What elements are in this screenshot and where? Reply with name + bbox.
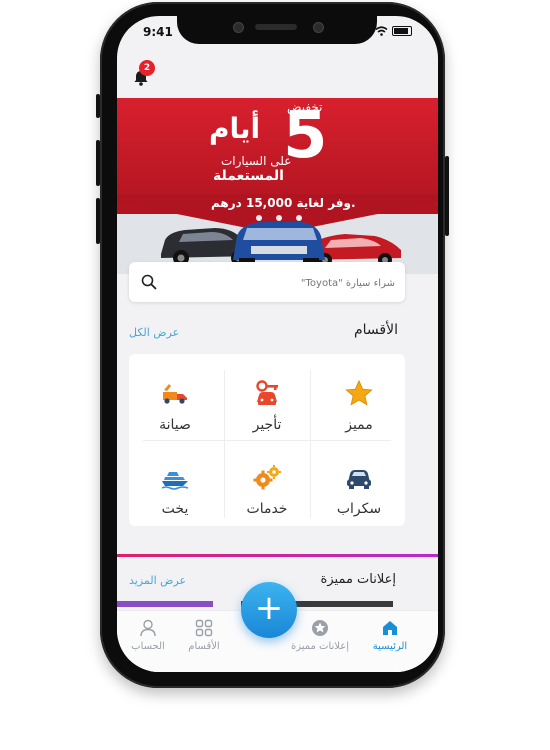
categories-grid: مميز تأجير صيانة سكراب خدمات يخت — [129, 354, 405, 526]
repair-truck-icon — [163, 384, 187, 404]
speaker-grille — [255, 24, 297, 30]
volume-down-button — [96, 198, 100, 244]
nav-home[interactable]: الرئيسية — [355, 619, 425, 652]
section-separator — [117, 554, 438, 557]
search-icon[interactable] — [141, 274, 157, 290]
category-services[interactable]: خدمات — [221, 446, 313, 526]
home-icon — [383, 621, 397, 635]
wifi-icon — [375, 26, 388, 36]
category-label: يخت — [161, 501, 189, 517]
banner-line-2: المستعملة — [213, 168, 284, 184]
category-yacht[interactable]: يخت — [129, 446, 221, 526]
category-rental[interactable]: تأجير — [221, 362, 313, 442]
status-time: 9:41 — [143, 25, 173, 39]
add-ad-button[interactable]: + — [241, 582, 297, 638]
yacht-icon — [161, 472, 189, 490]
blue-suv — [233, 215, 325, 268]
notification-badge: 2 — [139, 60, 155, 76]
power-button — [445, 156, 449, 236]
categories-title: الأقسام — [354, 322, 398, 338]
car-icon — [347, 470, 371, 489]
banner-save-text: وفر لغاية 15,000 درهم. — [211, 196, 356, 210]
category-label: مميز — [345, 417, 373, 433]
search-bar[interactable] — [129, 262, 405, 302]
category-label: خدمات — [246, 501, 288, 517]
see-all-link[interactable]: عرض الكل — [129, 326, 179, 339]
category-featured[interactable]: مميز — [313, 362, 405, 442]
car-key-icon — [256, 380, 278, 405]
category-label: صيانة — [159, 417, 191, 433]
banner-days-text: أيام — [209, 112, 261, 145]
star-icon — [345, 380, 373, 406]
battery-icon — [392, 26, 412, 36]
nav-label: الحساب — [131, 641, 165, 652]
nav-label: الرئيسية — [372, 641, 408, 652]
notch — [177, 16, 377, 44]
search-input[interactable] — [169, 271, 397, 295]
nav-featured-ads[interactable]: إعلانات مميزة — [285, 619, 355, 652]
volume-up-button — [96, 140, 100, 186]
category-maintenance[interactable]: صيانة — [129, 362, 221, 442]
banner-line-1: على السيارات — [221, 154, 292, 168]
camera-icon — [233, 22, 244, 33]
nav-label: إعلانات مميزة — [290, 641, 350, 652]
user-icon — [140, 619, 156, 637]
mute-switch — [96, 94, 100, 118]
featured-ads-title: إعلانات مميزة — [320, 572, 396, 587]
see-more-link[interactable]: عرض المزيد — [129, 574, 186, 587]
app-screen: 9:41 2 تخفيض 5 أيام على السيارات المستعم… — [117, 16, 438, 672]
nav-label: الأقسام — [188, 641, 220, 652]
category-label: سكراب — [336, 501, 382, 517]
sensor-icon — [313, 22, 324, 33]
grid-icon — [195, 619, 213, 637]
featured-ad-card[interactable] — [117, 601, 213, 607]
star-circle-icon — [312, 620, 328, 636]
gears-icon — [253, 465, 281, 490]
category-scrap[interactable]: سكراب — [313, 446, 405, 526]
nav-account[interactable]: الحساب — [117, 619, 183, 652]
category-label: تأجير — [252, 417, 282, 433]
promo-banner[interactable]: تخفيض 5 أيام على السيارات المستعملة وفر … — [117, 98, 438, 274]
